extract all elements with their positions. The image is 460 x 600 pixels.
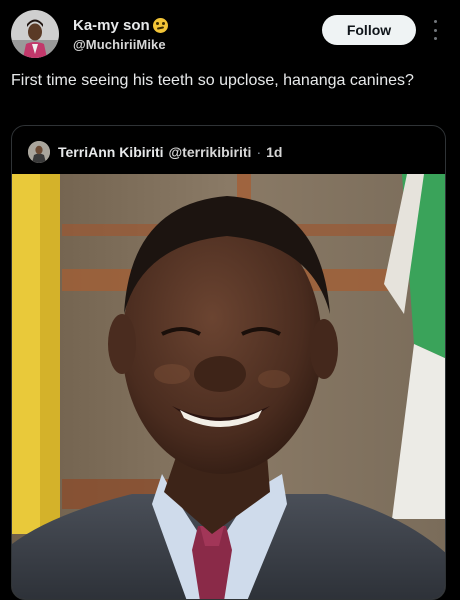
quoted-tweet-card[interactable]: TerriAnn Kibiriti @terrikibiriti · 1d (11, 125, 446, 600)
quoted-tweet-header: TerriAnn Kibiriti @terrikibiriti · 1d (12, 126, 445, 174)
author-avatar[interactable] (11, 10, 59, 58)
zany-face-emoji-icon (152, 18, 168, 33)
more-vertical-icon[interactable] (431, 20, 439, 40)
quoted-author-line: TerriAnn Kibiriti @terrikibiriti · 1d (58, 144, 282, 160)
quoted-author-name[interactable]: TerriAnn Kibiriti (58, 144, 164, 160)
quoted-tweet-time[interactable]: 1d (266, 144, 282, 160)
quoted-tweet-photo[interactable] (12, 174, 445, 599)
tweet-header: Ka-my son @MuchiriiMike Follow (0, 0, 460, 64)
follow-button[interactable]: Follow (322, 15, 416, 45)
quoted-author-handle[interactable]: @terrikibiriti (169, 144, 252, 160)
tweet-text: First time seeing his teeth so upclose, … (11, 72, 414, 89)
author-handle[interactable]: @MuchiriiMike (73, 37, 166, 52)
author-display-name[interactable]: Ka-my son (73, 17, 150, 34)
quoted-author-avatar[interactable] (28, 141, 50, 163)
dot-separator: · (256, 144, 262, 160)
author-name-row[interactable]: Ka-my son (73, 17, 168, 34)
